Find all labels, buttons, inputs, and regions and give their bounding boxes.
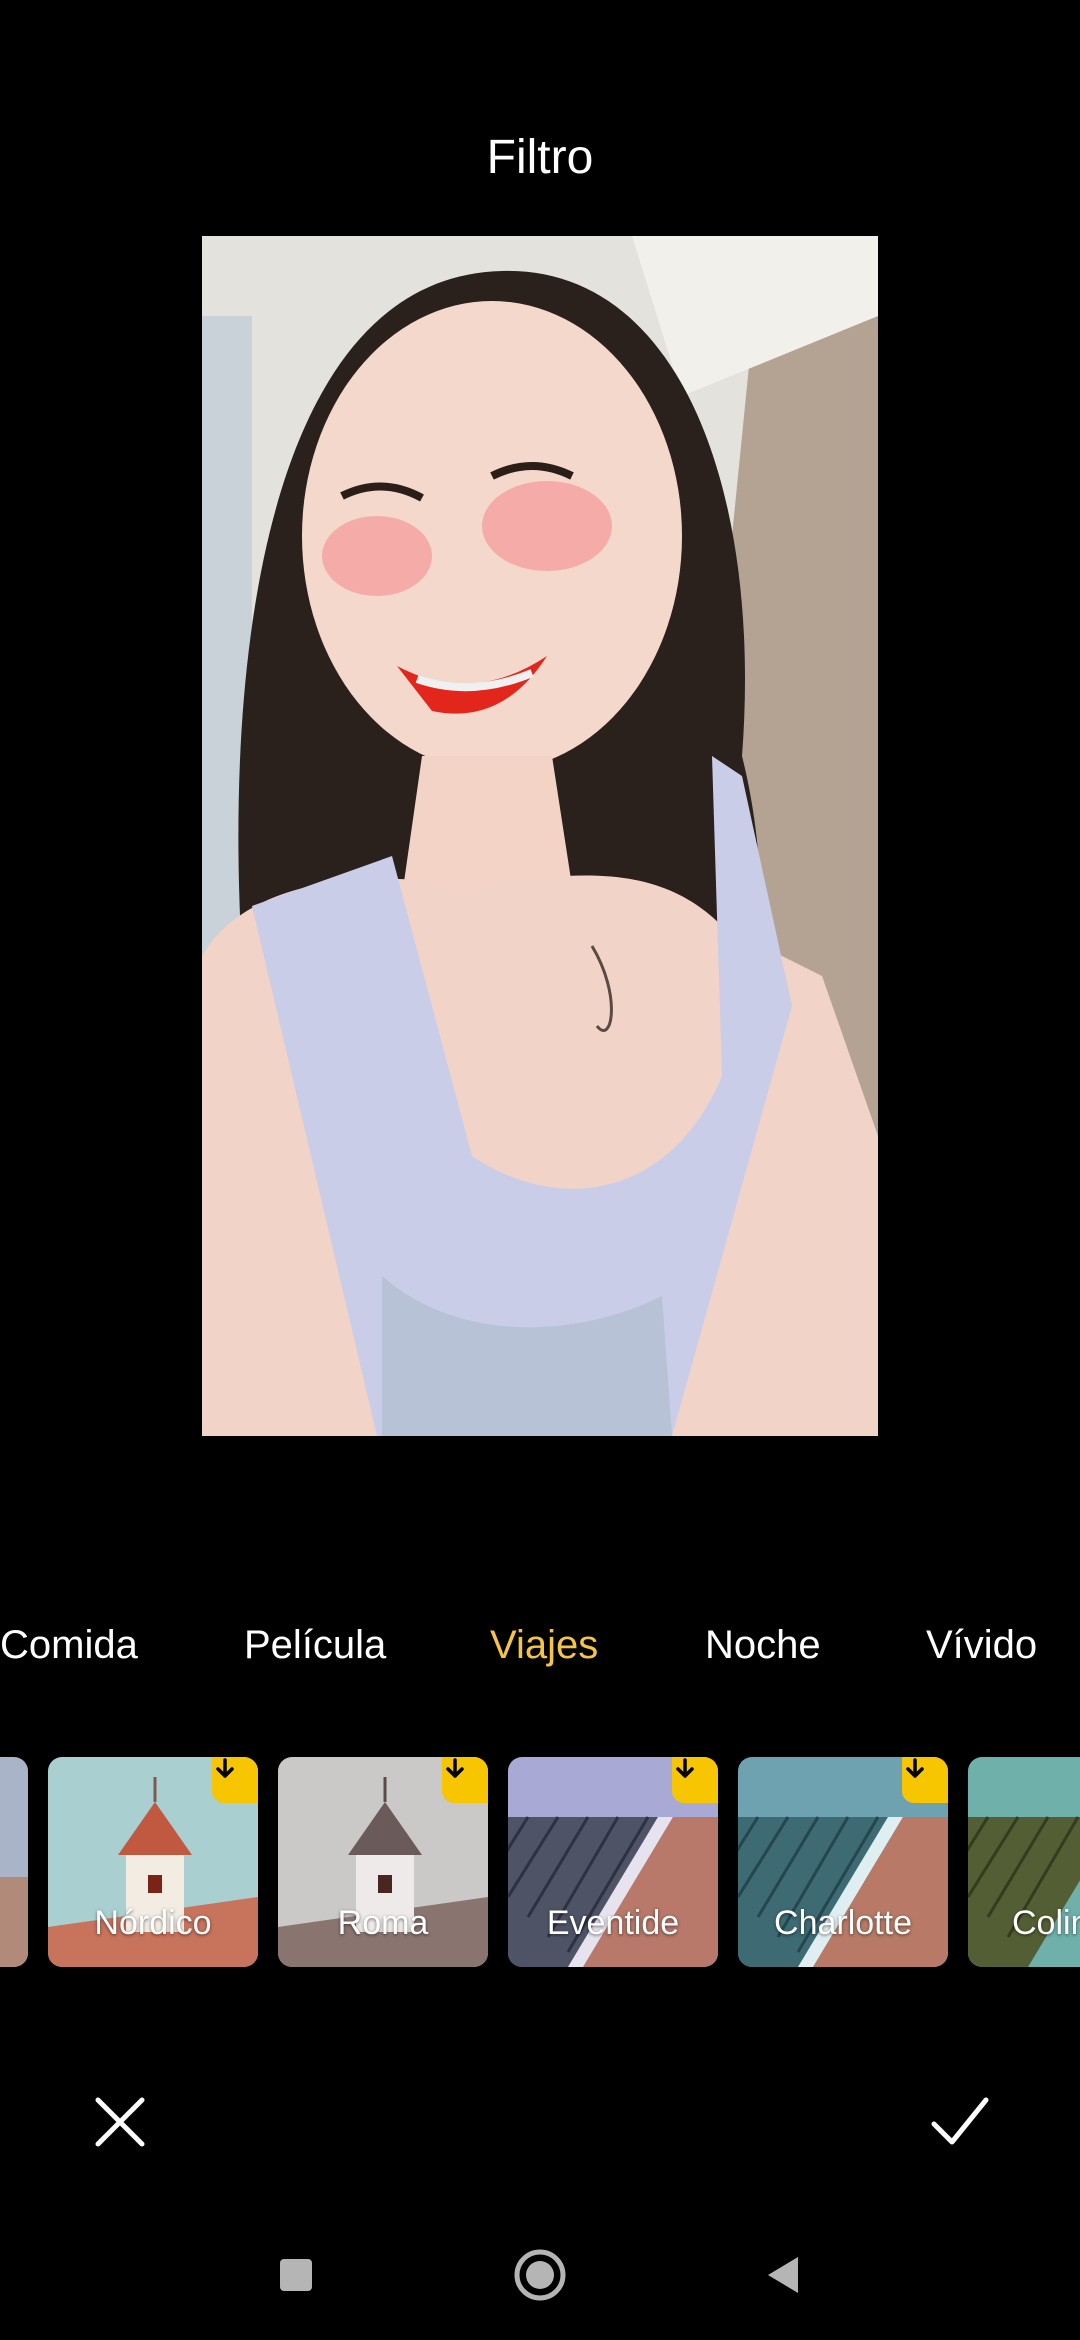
triangle-back-icon xyxy=(768,2257,798,2293)
check-icon xyxy=(931,2097,989,2145)
filter-thumb-charlotte[interactable]: Charlotte xyxy=(738,1757,948,1967)
filter-label: Roma xyxy=(337,1904,429,1942)
download-icon xyxy=(902,1757,948,1803)
filter-label: Charlotte xyxy=(774,1904,912,1942)
close-icon xyxy=(95,2097,145,2147)
download-icon xyxy=(212,1757,258,1803)
filter-thumb-eventide[interactable]: Eventide xyxy=(508,1757,718,1967)
filter-thumb-colin[interactable]: Colin xyxy=(968,1757,1080,1967)
filter-thumb-partial[interactable] xyxy=(0,1757,28,1967)
home-button[interactable] xyxy=(510,2245,570,2305)
square-icon xyxy=(280,2259,312,2291)
filter-label: Colin xyxy=(1012,1904,1080,1942)
tab-pelicula[interactable]: Película xyxy=(244,1610,386,1680)
filter-label: Eventide xyxy=(546,1904,680,1942)
filter-thumbnail-strip: Nórdico Roma Eventide Charlotte Coli xyxy=(0,1757,1080,1967)
page-title: Filtro xyxy=(486,131,594,184)
filter-thumb-roma[interactable]: Roma xyxy=(278,1757,488,1967)
cancel-button[interactable] xyxy=(88,2090,152,2154)
filter-label: Nórdico xyxy=(94,1904,212,1942)
tab-viajes[interactable]: Viajes xyxy=(490,1610,598,1680)
tab-vivido[interactable]: Vívido xyxy=(926,1610,1037,1680)
filter-category-tabs: Comida Película Viajes Noche Vívido xyxy=(0,1610,1080,1680)
tab-noche[interactable]: Noche xyxy=(705,1610,821,1680)
photo-preview xyxy=(202,236,878,1436)
back-button[interactable] xyxy=(754,2245,814,2305)
tab-comida[interactable]: Comida xyxy=(0,1610,138,1680)
download-icon xyxy=(442,1757,488,1803)
confirm-button[interactable] xyxy=(928,2090,992,2154)
filter-thumb-nordico[interactable]: Nórdico xyxy=(48,1757,258,1967)
circle-icon xyxy=(514,2249,566,2301)
download-icon xyxy=(672,1757,718,1803)
recents-button[interactable] xyxy=(266,2245,326,2305)
